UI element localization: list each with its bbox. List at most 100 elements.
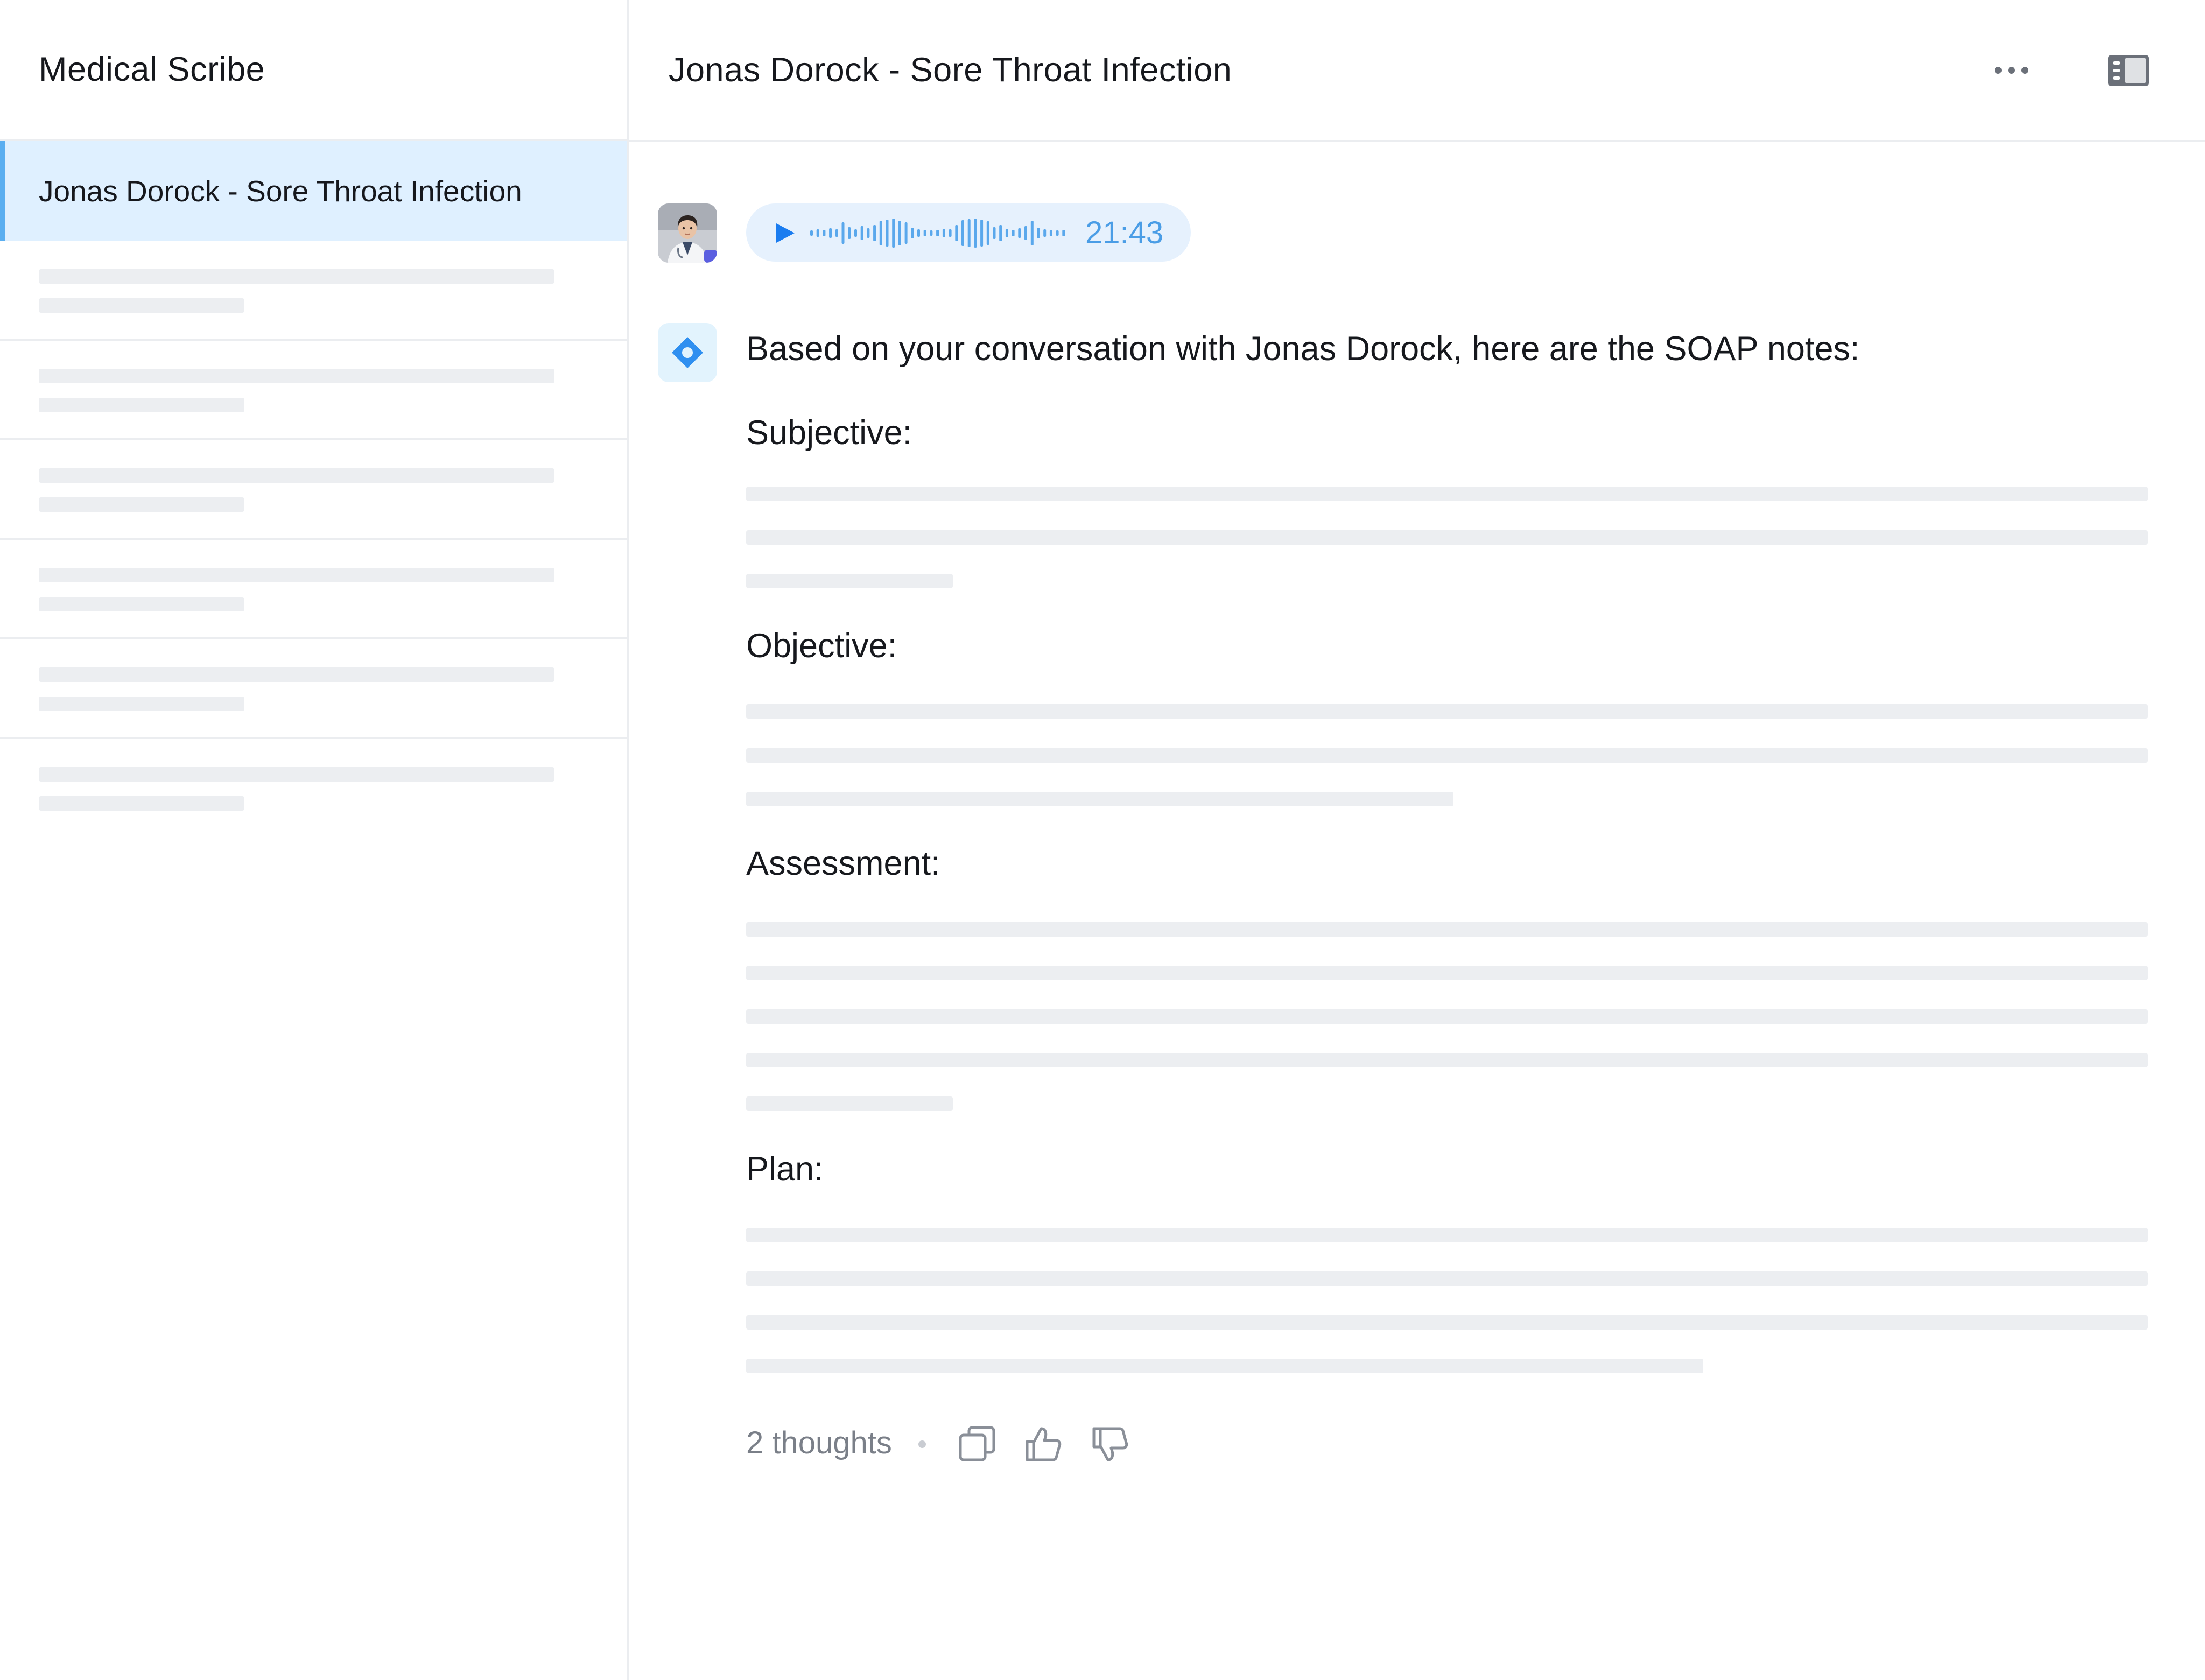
waveform-bar	[1056, 230, 1059, 236]
audio-message[interactable]: 21:43	[746, 203, 1191, 262]
waveform-bar	[993, 227, 996, 239]
placeholder-line	[746, 966, 2148, 980]
waveform-bar	[823, 230, 826, 236]
sidebar-toggle-icon[interactable]	[2107, 53, 2150, 88]
response-intro: Based on your conversation with Jonas Do…	[746, 330, 1860, 368]
section-heading-subjective: Subjective:	[746, 414, 912, 452]
assistant-icon	[658, 323, 717, 382]
app-title: Medical Scribe	[39, 51, 265, 88]
waveform-bar	[904, 222, 908, 244]
placeholder-line	[39, 597, 244, 611]
sidebar: Medical Scribe Jonas Dorock - Sore Throa…	[0, 0, 629, 1680]
waveform-bar	[886, 220, 889, 247]
sidebar-header: Medical Scribe	[0, 0, 627, 141]
placeholder-line	[746, 574, 953, 588]
waveform-bar	[1043, 229, 1047, 237]
placeholder-line	[746, 1315, 2148, 1330]
waveform-bar	[1049, 230, 1052, 236]
waveform-bar	[879, 221, 882, 245]
waveform-bar	[810, 230, 813, 236]
waveform-bar	[841, 222, 845, 244]
sidebar-item-placeholder[interactable]	[0, 440, 627, 540]
ellipsis-dot	[2007, 66, 2015, 74]
waveform-bar	[930, 230, 933, 236]
section-heading-plan: Plan:	[746, 1150, 824, 1188]
sidebar-item-label: Jonas Dorock - Sore Throat Infection	[39, 174, 522, 208]
placeholder-line	[746, 792, 1453, 806]
waveform-bar	[1005, 229, 1008, 237]
waveform-bar	[829, 228, 832, 238]
avatar	[658, 203, 717, 263]
thumbs-up-icon[interactable]	[1024, 1424, 1064, 1464]
placeholder-line	[39, 796, 244, 811]
app-window: Medical Scribe Jonas Dorock - Sore Throa…	[0, 0, 2205, 1680]
placeholder-line	[746, 704, 2148, 719]
waveform-bar	[961, 220, 964, 246]
placeholder-line	[746, 1009, 2148, 1024]
waveform-bar	[867, 228, 870, 238]
waveform-bar	[980, 220, 984, 247]
placeholder-line	[39, 468, 554, 483]
copy-icon[interactable]	[957, 1424, 997, 1464]
response-actions: 2 thoughts	[746, 1419, 1231, 1467]
waveform-bar	[835, 229, 838, 237]
conversation-title: Jonas Dorock - Sore Throat Infection	[669, 51, 1232, 89]
waveform-icon[interactable]	[810, 215, 1068, 251]
waveform-bar	[873, 225, 876, 241]
placeholder-line	[39, 298, 244, 313]
waveform-bar	[848, 227, 851, 239]
sidebar-item-placeholder[interactable]	[0, 639, 627, 739]
placeholder-line	[746, 1359, 1703, 1373]
waveform-bar	[892, 219, 895, 248]
ellipsis-dot	[2021, 66, 2028, 74]
waveform-bar	[967, 219, 971, 247]
placeholder-line	[746, 1271, 2148, 1286]
placeholder-line	[39, 767, 554, 782]
placeholder-line	[746, 1053, 2148, 1067]
placeholder-line	[39, 568, 554, 582]
waveform-bar	[1062, 230, 1065, 236]
more-options-button[interactable]	[1984, 54, 2038, 86]
waveform-bar	[1012, 230, 1015, 236]
thumbs-down-icon[interactable]	[1091, 1424, 1130, 1464]
placeholder-line	[746, 1096, 953, 1111]
waveform-bar	[854, 229, 857, 237]
placeholder-line	[39, 667, 554, 682]
waveform-bar	[1037, 228, 1040, 238]
waveform-bar	[816, 229, 819, 237]
placeholder-line	[39, 369, 554, 383]
section-heading-objective: Objective:	[746, 627, 897, 665]
sidebar-item-placeholder[interactable]	[0, 241, 627, 341]
waveform-bar	[999, 225, 1002, 241]
sidebar-item-placeholder[interactable]	[0, 341, 627, 440]
waveform-bar	[1024, 226, 1027, 240]
waveform-bar	[986, 221, 989, 245]
play-icon[interactable]	[774, 222, 796, 244]
placeholder-line	[39, 398, 244, 412]
waveform-bar	[1018, 228, 1021, 238]
waveform-bar	[911, 228, 914, 238]
placeholder-line	[746, 748, 2148, 763]
placeholder-line	[39, 497, 244, 512]
waveform-bar	[917, 229, 920, 237]
sidebar-item-active-conversation[interactable]: Jonas Dorock - Sore Throat Infection	[0, 141, 627, 241]
waveform-bar	[974, 219, 977, 248]
separator-dot	[918, 1440, 926, 1448]
waveform-bar	[955, 225, 958, 241]
sidebar-item-placeholder[interactable]	[0, 739, 627, 839]
conversation-header: Jonas Dorock - Sore Throat Infection	[629, 0, 2205, 142]
waveform-bar	[942, 229, 945, 237]
placeholder-line	[746, 530, 2148, 545]
audio-duration: 21:43	[1085, 215, 1164, 250]
waveform-bar	[949, 229, 952, 237]
sidebar-item-placeholder[interactable]	[0, 540, 627, 639]
waveform-bar	[898, 221, 901, 245]
waveform-bar	[860, 226, 863, 240]
conversation-panel: Jonas Dorock - Sore Throat Infection 21:…	[629, 0, 2205, 1680]
thoughts-toggle[interactable]: 2 thoughts	[746, 1419, 892, 1467]
placeholder-line	[39, 697, 244, 711]
placeholder-line	[746, 1228, 2148, 1242]
waveform-bar	[923, 230, 926, 236]
ellipsis-icon	[1994, 66, 2002, 74]
waveform-bar	[1030, 221, 1034, 245]
